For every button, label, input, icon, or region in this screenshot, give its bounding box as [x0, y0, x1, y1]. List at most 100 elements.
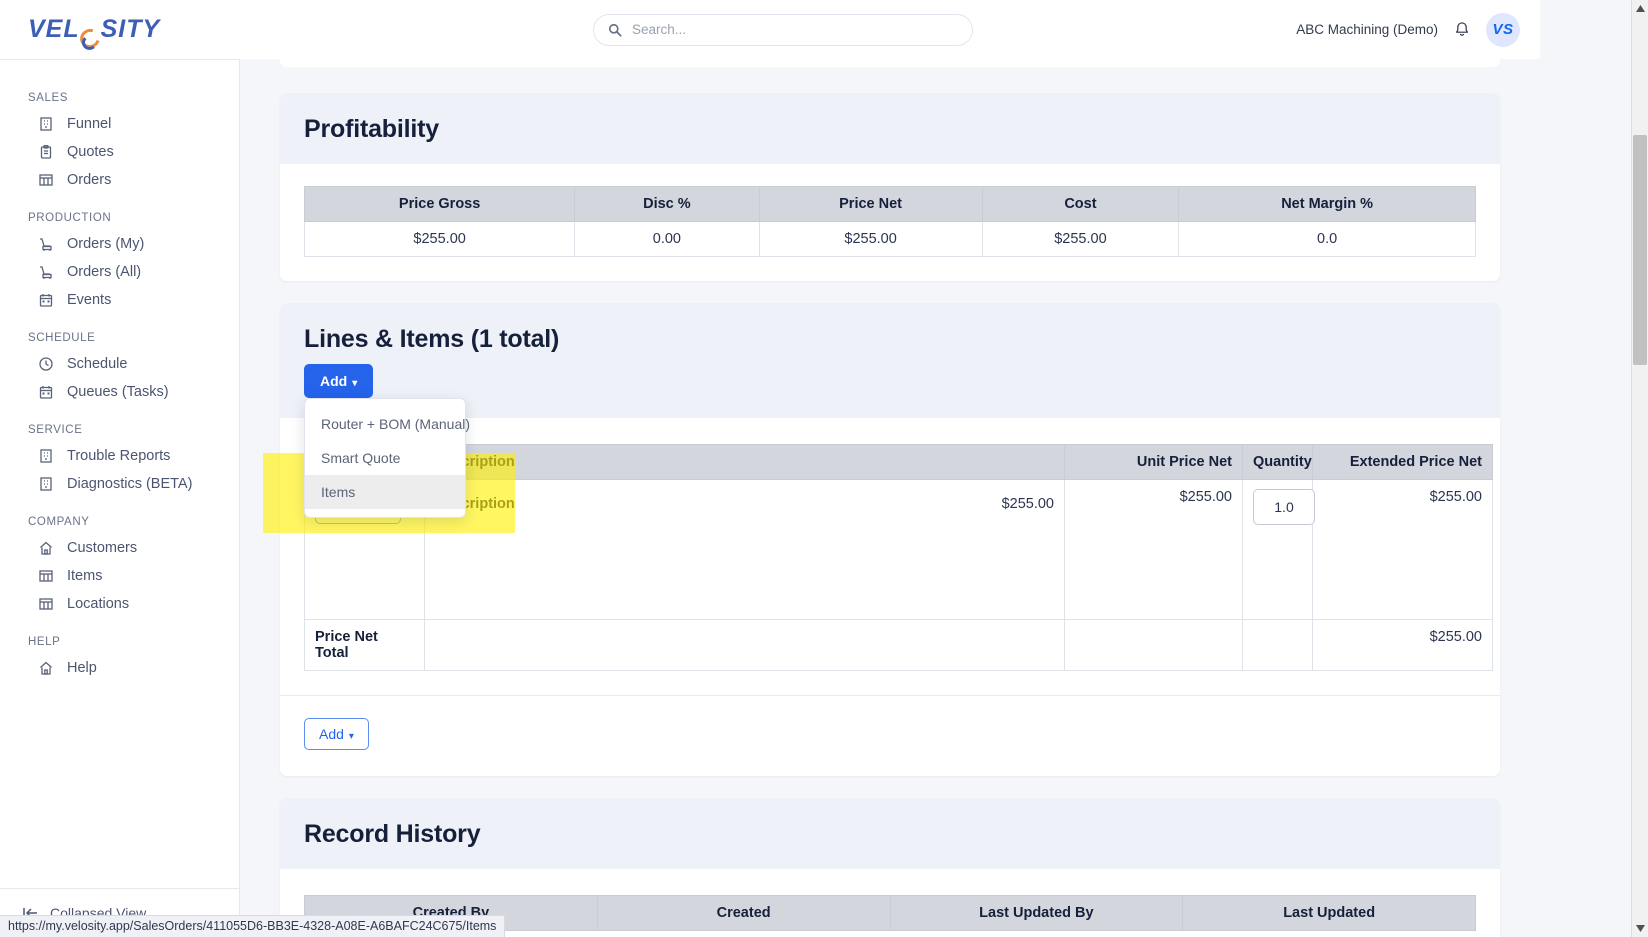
sidebar-item-orders-all[interactable]: Orders (All) — [0, 258, 239, 286]
profitability-cell: $255.00 — [981, 221, 1180, 257]
clock-icon — [39, 357, 53, 371]
sidebar-item-diagnostics-beta[interactable]: Diagnostics (BETA) — [0, 470, 239, 498]
sidebar-item-orders[interactable]: Orders — [0, 166, 239, 194]
profitability-title: Profitability — [304, 115, 439, 143]
cart-icon — [40, 238, 52, 251]
sidebar-item-label: Schedule — [67, 356, 128, 372]
sidebar-item-label: Items — [67, 568, 103, 584]
add-button-bottom[interactable]: Add ▾ — [304, 718, 369, 750]
dropdown-item-smart-quote[interactable]: Smart Quote — [305, 441, 465, 475]
profitability-cell: $255.00 — [758, 221, 983, 257]
scroll-down-arrow[interactable] — [1632, 920, 1648, 937]
chevron-down-icon-bottom: ▾ — [348, 731, 354, 742]
sidebar-item-funnel[interactable]: Funnel — [0, 110, 239, 138]
profitability-cell: $255.00 — [303, 221, 576, 257]
sidebar-item-label: Help — [67, 660, 97, 676]
sidebar: SALES Funnel Quotes Orders PRODUCTION Orders … — [0, 59, 240, 937]
table-row: Actions› Description $255.00 $255.00 $25… — [304, 479, 1493, 620]
status-bar-url: https://my.velosity.app/SalesOrders/4110… — [0, 915, 506, 937]
record-history-title: Record History — [304, 820, 481, 848]
total-blank-1 — [424, 619, 1065, 671]
sidebar-item-events[interactable]: Events — [0, 286, 239, 314]
sidebar-group-title: SALES — [28, 92, 69, 104]
profitability-cell: 0.0 — [1178, 221, 1476, 257]
building-icon — [40, 117, 52, 131]
sidebar-item-label: Events — [67, 292, 112, 308]
sidebar-item-items[interactable]: Items — [0, 562, 239, 590]
profitability-col-price-gross: Price Gross — [303, 186, 576, 222]
sidebar-group-company: COMPANY Customers Items Locations — [0, 516, 239, 618]
sidebar-item-locations[interactable]: Locations — [0, 590, 239, 618]
chevron-down-icon: ▾ — [352, 378, 358, 389]
logo-inner-ring-icon — [81, 35, 97, 50]
profitability-body: Price Gross Disc % Price Net Cost Net Margin… — [280, 164, 1500, 281]
sidebar-item-quotes[interactable]: Quotes — [0, 138, 239, 166]
page-scrollbar[interactable] — [1631, 0, 1648, 937]
building-icon — [40, 449, 52, 463]
home-icon — [40, 541, 52, 555]
table-header-row: Price Gross Disc % Price Net Cost Net Margin… — [303, 186, 1476, 222]
lines-header-row: Description Unit Price Net Quantity Exte… — [304, 444, 1493, 480]
search-box[interactable] — [593, 13, 973, 46]
lines-col-extended-price-net: Extended Price Net — [1312, 444, 1493, 480]
sidebar-item-help[interactable]: Help — [0, 654, 239, 682]
header-right-cluster: ABC Machining (Demo) VS — [1296, 12, 1540, 47]
table-icon — [39, 174, 53, 186]
previous-card-edge — [280, 59, 1500, 67]
search-icon — [608, 23, 622, 37]
record-history-header: Record History — [280, 798, 1500, 869]
profitability-card: Profitability Price Gross Disc % Price Net… — [280, 93, 1500, 281]
quantity-input[interactable] — [1253, 489, 1315, 525]
sidebar-item-label: Orders (My) — [67, 236, 145, 252]
row-unit-price-net-cell: $255.00 — [1064, 479, 1243, 620]
sidebar-group-help: HELP Help — [0, 636, 239, 682]
dropdown-item-items[interactable]: Items — [305, 475, 465, 509]
top-header-bar: VELSITY ABC Machining (Demo) VS — [0, 0, 1540, 59]
profitability-table: Price Gross Disc % Price Net Cost Net Margin… — [303, 186, 1476, 257]
notification-bell-icon[interactable] — [1452, 20, 1472, 40]
sidebar-item-label: Queues (Tasks) — [67, 384, 169, 400]
sidebar-item-schedule[interactable]: Schedule — [0, 350, 239, 378]
lines-items-card: Lines & Items (1 total) Add ▾ Router + BO… — [280, 303, 1500, 776]
scroll-up-arrow[interactable] — [1632, 0, 1648, 17]
price-net-total-label: Price Net Total — [304, 619, 425, 671]
logo-text: VEL SITY — [28, 17, 160, 52]
building-icon — [40, 477, 52, 491]
sidebar-item-orders-my[interactable]: Orders (My) — [0, 230, 239, 258]
add-dropdown-menu[interactable]: Router + BOM (Manual) Smart Quote Items — [304, 398, 470, 518]
sidebar-item-customers[interactable]: Customers — [0, 534, 239, 562]
sidebar-item-label: Quotes — [67, 144, 114, 160]
app-logo[interactable]: VEL SITY — [0, 17, 240, 52]
user-avatar[interactable]: VS — [1486, 12, 1520, 47]
sidebar-item-label: Locations — [67, 596, 130, 612]
profitability-col-price-net: Price Net — [758, 186, 983, 222]
sidebar-nav: SALES Funnel Quotes Orders PRODUCTION Orders … — [0, 60, 239, 682]
sidebar-group-sales: SALES Funnel Quotes Orders — [0, 92, 239, 194]
profitability-col-cost: Cost — [981, 186, 1180, 222]
clipboard-icon — [40, 144, 52, 159]
lines-items-table: Description Unit Price Net Quantity Exte… — [304, 444, 1493, 671]
add-button-bottom-label: Add — [319, 726, 344, 742]
record-history-col-last-updated: Last Updated — [1182, 895, 1476, 931]
search-input[interactable] — [632, 22, 958, 37]
sidebar-item-queues-tasks[interactable]: Queues (Tasks) — [0, 378, 239, 406]
add-button-top[interactable]: Add ▾ — [304, 364, 374, 398]
dropdown-item-router-bom-manual[interactable]: Router + BOM (Manual) — [305, 407, 470, 441]
sidebar-item-label: Orders — [67, 172, 112, 188]
calendar-icon — [39, 294, 53, 307]
table-icon — [39, 570, 53, 582]
table-icon — [39, 598, 53, 610]
add-button-top-label: Add — [320, 373, 348, 389]
lines-items-header: Lines & Items (1 total) Add ▾ Router + BO… — [280, 303, 1500, 518]
table-total-row: Price Net Total $255.00 — [304, 619, 1493, 671]
row-price-value: $255.00 — [1001, 496, 1054, 512]
main-content: Profitability Price Gross Disc % Price Net… — [240, 59, 1540, 937]
profitability-col-disc: Disc % — [574, 186, 760, 222]
lines-items-footer: Add ▾ — [280, 695, 1500, 776]
scrollbar-thumb[interactable] — [1633, 135, 1647, 365]
price-net-total-value: $255.00 — [1312, 619, 1493, 671]
sidebar-item-trouble-reports[interactable]: Trouble Reports — [0, 442, 239, 470]
sidebar-group-title: PRODUCTION — [28, 212, 112, 224]
sidebar-group-production: PRODUCTION Orders (My) Orders (All) Events — [0, 212, 239, 314]
sidebar-item-label: Orders (All) — [67, 264, 142, 280]
